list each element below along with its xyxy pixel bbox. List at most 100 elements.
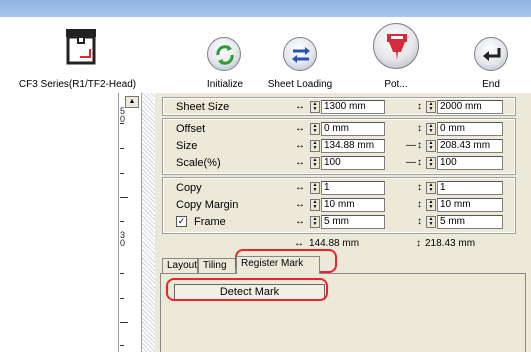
copy-x-spinner[interactable]: ▲ ▼ bbox=[310, 182, 320, 194]
frame-x-spinner[interactable]: ▲ ▼ bbox=[310, 216, 320, 228]
frame-x-input[interactable]: 5 mm bbox=[321, 215, 385, 229]
toolbar: CF3 Series(R1/TF2-Head) Initialize Sheet… bbox=[0, 17, 531, 93]
vertical-arrow-icon: ↕ bbox=[417, 140, 422, 151]
scale-y-spinner[interactable]: ▲ ▼ bbox=[426, 157, 436, 169]
vertical-arrow-icon: ↕ bbox=[417, 182, 422, 193]
ruler-tick bbox=[120, 322, 128, 323]
size-link-icon: — bbox=[406, 140, 416, 151]
sheet-size-y-input[interactable]: 2000 mm bbox=[437, 100, 503, 114]
scale-row: Scale(%) ↔ ▲ ▼ 100 — ↕ ▲ ▼ 100 bbox=[164, 156, 514, 170]
copy-margin-y-input[interactable]: 10 mm bbox=[437, 198, 503, 212]
ruler-tick bbox=[120, 221, 124, 222]
size-x-input[interactable]: 134.88 mm bbox=[321, 139, 385, 153]
pot-label: Pot... bbox=[384, 79, 408, 90]
ruler-scrollbar[interactable] bbox=[141, 93, 155, 352]
horizontal-arrow-icon: ↔ bbox=[294, 238, 304, 249]
frame-label: Frame bbox=[194, 216, 226, 228]
plotter-icon bbox=[66, 29, 96, 65]
size-y-spinner[interactable]: ▲ ▼ bbox=[426, 140, 436, 152]
horizontal-arrow-icon: ↔ bbox=[295, 101, 305, 112]
size-row: Size ↔ ▲ ▼ 134.88 mm — ↕ ▲ ▼ 208.43 mm bbox=[164, 139, 514, 153]
preview-area[interactable]: ▲ 5 0 3 0 bbox=[0, 93, 155, 352]
ruler-tick bbox=[120, 123, 124, 124]
copy-row: Copy ↔ ▲ ▼ 1 ↕ ▲ ▼ 1 bbox=[164, 181, 514, 195]
scale-x-spinner[interactable]: ▲ ▼ bbox=[310, 157, 320, 169]
tab-layout[interactable]: Layout bbox=[162, 258, 198, 273]
frame-checkbox[interactable]: ✓ bbox=[176, 216, 187, 227]
ruler-tick bbox=[120, 273, 124, 274]
copy-margin-y-spinner[interactable]: ▲ ▼ bbox=[426, 199, 436, 211]
sheet-size-x-input[interactable]: 1300 mm bbox=[321, 100, 385, 114]
size-y-input[interactable]: 208.43 mm bbox=[437, 139, 503, 153]
settings-panel: Sheet Size ↔ ▲ ▼ 1300 mm ↕ ▲ ▼ 2000 mm Off… bbox=[155, 93, 531, 352]
horizontal-arrow-icon: ↔ bbox=[295, 182, 305, 193]
device-label: CF3 Series(R1/TF2-Head) bbox=[18, 79, 137, 90]
frame-y-spinner[interactable]: ▲ ▼ bbox=[426, 216, 436, 228]
ruler-tick bbox=[120, 298, 124, 299]
device-button[interactable]: CF3 Series(R1/TF2-Head) bbox=[0, 17, 155, 93]
pot-button[interactable]: Pot... bbox=[371, 17, 421, 93]
size-label: Size bbox=[176, 140, 198, 152]
sheet-size-x-spinner[interactable]: ▲ ▼ bbox=[310, 101, 320, 113]
offset-x-spinner[interactable]: ▲ ▼ bbox=[310, 123, 320, 135]
end-label: End bbox=[482, 79, 500, 90]
copy-group: Copy ↔ ▲ ▼ 1 ↕ ▲ ▼ 1 Copy Margin ↔ ▲ ▼ 10 m… bbox=[162, 177, 516, 234]
offset-row: Offset ↔ ▲ ▼ 0 mm ↕ ▲ ▼ 0 mm bbox=[164, 122, 514, 136]
tab-register-mark[interactable]: Register Mark bbox=[236, 256, 320, 274]
copy-margin-x-input[interactable]: 10 mm bbox=[321, 198, 385, 212]
horizontal-arrow-icon: ↔ bbox=[295, 199, 305, 210]
sheet-size-label: Sheet Size bbox=[176, 101, 230, 113]
offset-x-input[interactable]: 0 mm bbox=[321, 122, 385, 136]
end-button[interactable]: End bbox=[466, 17, 516, 93]
sheet-loading-label: Sheet Loading bbox=[267, 79, 333, 90]
initialize-icon bbox=[207, 37, 241, 71]
horizontal-arrow-icon: ↔ bbox=[295, 140, 305, 151]
copy-y-input[interactable]: 1 bbox=[437, 181, 503, 195]
ruler-tick bbox=[120, 173, 124, 174]
sheet-loading-button[interactable]: Sheet Loading bbox=[265, 17, 335, 93]
scale-y-input[interactable]: 100 bbox=[437, 156, 503, 170]
sheet-size-group: Sheet Size ↔ ▲ ▼ 1300 mm ↕ ▲ ▼ 2000 mm bbox=[162, 97, 516, 116]
title-bar bbox=[0, 0, 531, 17]
ruler-number: 3 0 bbox=[120, 230, 126, 248]
total-size-row: ↔ 144.88 mm ↕ 218.43 mm bbox=[163, 237, 513, 251]
copy-margin-row: Copy Margin ↔ ▲ ▼ 10 mm ↕ ▲ ▼ 10 mm bbox=[164, 198, 514, 212]
total-height-value: 218.43 mm bbox=[425, 238, 476, 249]
tab-tiling[interactable]: Tiling bbox=[198, 258, 236, 273]
end-icon bbox=[474, 37, 508, 71]
total-width-value: 144.88 mm bbox=[309, 238, 360, 249]
vertical-arrow-icon: ↕ bbox=[417, 216, 422, 227]
initialize-label: Initialize bbox=[206, 79, 244, 90]
tab-strip: Layout Tiling Register Mark bbox=[160, 256, 526, 274]
offset-size-group: Offset ↔ ▲ ▼ 0 mm ↕ ▲ ▼ 0 mm Size ↔ ▲ ▼ 134… bbox=[162, 118, 516, 175]
copy-margin-x-spinner[interactable]: ▲ ▼ bbox=[310, 199, 320, 211]
offset-y-input[interactable]: 0 mm bbox=[437, 122, 503, 136]
scale-x-input[interactable]: 100 bbox=[321, 156, 385, 170]
ruler-tick bbox=[120, 345, 124, 346]
vertical-arrow-icon: ↕ bbox=[417, 123, 422, 134]
offset-label: Offset bbox=[176, 123, 206, 135]
sheet-loading-icon bbox=[283, 37, 317, 71]
frame-row: ✓ Frame ↔ ▲ ▼ 5 mm ↕ ▲ ▼ 5 mm bbox=[164, 215, 514, 229]
vertical-arrow-icon: ↕ bbox=[417, 199, 422, 210]
offset-y-spinner[interactable]: ▲ ▼ bbox=[426, 123, 436, 135]
vertical-arrow-icon: ↕ bbox=[416, 238, 421, 249]
copy-y-spinner[interactable]: ▲ ▼ bbox=[426, 182, 436, 194]
copy-label: Copy bbox=[176, 182, 202, 194]
ruler-tick bbox=[120, 148, 124, 149]
vertical-arrow-icon: ↕ bbox=[417, 101, 422, 112]
size-x-spinner[interactable]: ▲ ▼ bbox=[310, 140, 320, 152]
sheet-size-row: Sheet Size ↔ ▲ ▼ 1300 mm ↕ ▲ ▼ 2000 mm bbox=[164, 100, 514, 114]
horizontal-arrow-icon: ↔ bbox=[295, 123, 305, 134]
copy-x-input[interactable]: 1 bbox=[321, 181, 385, 195]
ruler-tick bbox=[120, 197, 128, 198]
scale-label: Scale(%) bbox=[176, 157, 221, 169]
horizontal-arrow-icon: ↔ bbox=[295, 157, 305, 168]
vertical-arrow-icon: ↕ bbox=[417, 157, 422, 168]
initialize-button[interactable]: Initialize bbox=[193, 17, 257, 93]
horizontal-arrow-icon: ↔ bbox=[295, 216, 305, 227]
pot-icon bbox=[373, 23, 419, 69]
copy-margin-label: Copy Margin bbox=[176, 199, 239, 211]
sheet-size-y-spinner[interactable]: ▲ ▼ bbox=[426, 101, 436, 113]
frame-y-input[interactable]: 5 mm bbox=[437, 215, 503, 229]
